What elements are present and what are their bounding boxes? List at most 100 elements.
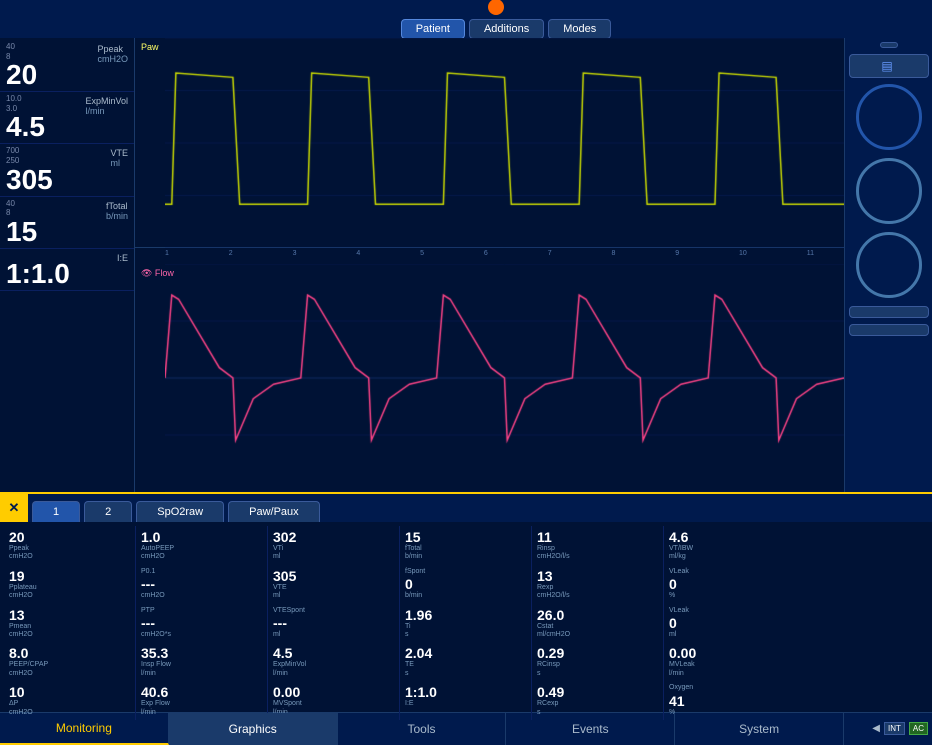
data-key: MVLeakl/min xyxy=(669,661,791,678)
paw-label: Paw xyxy=(141,42,159,52)
vital-value-2: 305 xyxy=(6,166,128,194)
bottom-tab-monitoring[interactable]: Monitoring xyxy=(0,713,169,745)
data-key: ml xyxy=(273,631,394,639)
data-key: Insp Flowl/min xyxy=(141,661,262,678)
data-tab-1[interactable]: 1 xyxy=(32,501,80,522)
vital-label-1: ExpMinVoll/min xyxy=(85,96,128,116)
oxygen-circle xyxy=(856,232,922,298)
data-value: 13 xyxy=(9,607,130,623)
data-value: 0 xyxy=(669,576,791,592)
data-value: 2.04 xyxy=(405,645,526,661)
bottom-tab-graphics[interactable]: Graphics xyxy=(169,713,338,745)
data-value: 19 xyxy=(9,568,130,584)
data-key: fTotalb/min xyxy=(405,545,526,562)
waveform-area: Paw 1234567891011 👁 Flow xyxy=(135,38,844,492)
data-value: 0.49 xyxy=(537,684,658,700)
data-item-0-0: 20PpeakcmH2O xyxy=(9,529,130,562)
data-value: 10 xyxy=(9,684,130,700)
main-layout: 408 20 PpeakcmH2O 10.03.0 4.5 ExpMinVoll… xyxy=(0,38,932,492)
data-key-label: VLeak xyxy=(669,607,791,615)
data-value: 8.0 xyxy=(9,645,130,661)
paw-waveform: Paw xyxy=(135,38,844,248)
flow-canvas xyxy=(165,264,844,492)
data-value: 0.29 xyxy=(537,645,658,661)
data-key: ml xyxy=(669,631,791,639)
data-value: 26.0 xyxy=(537,607,658,623)
data-key: PmeancmH2O xyxy=(9,623,130,640)
controls-button[interactable] xyxy=(849,306,929,318)
vital-label-4: I:E xyxy=(117,253,128,263)
x-label-2: 2 xyxy=(229,250,233,257)
freeze-button[interactable] xyxy=(880,42,898,48)
data-key: TEs xyxy=(405,661,526,678)
data-item-2-3: 4.5ExpMinVoll/min xyxy=(273,645,394,678)
data-key-label: VTESpont xyxy=(273,607,394,615)
data-key-label: Oxygen xyxy=(669,684,791,692)
alarms-button[interactable] xyxy=(849,324,929,336)
ac-indicator: AC xyxy=(909,722,928,735)
vital-row-3: 408 15 fTotalb/min xyxy=(0,197,134,249)
data-tab-paw-paux[interactable]: Paw/Paux xyxy=(228,501,320,522)
data-col-2: 302VTiml305VTEmlVTESpont---ml4.5ExpMinVo… xyxy=(268,526,400,720)
info-icon xyxy=(488,0,504,15)
vital-label-3: fTotalb/min xyxy=(106,201,128,221)
right-panel: ▤ xyxy=(844,38,932,492)
data-col-1: 1.0AutoPEEPcmH2OP0.1---cmH2OPTP---cmH2O*… xyxy=(136,526,268,720)
x-label-4: 4 xyxy=(356,250,360,257)
data-value: 1.96 xyxy=(405,607,526,623)
data-tabs-container: 12SpO2rawPaw/Paux xyxy=(28,501,320,522)
data-key: Cstatml/cmH2O xyxy=(537,623,658,640)
flow-waveform: 👁 Flow xyxy=(135,264,844,492)
top-bar-center: PatientAdditionsModes xyxy=(401,0,612,39)
top-nav-btn-patient[interactable]: Patient xyxy=(401,19,465,39)
center-panel: Paw 1234567891011 👁 Flow xyxy=(135,38,844,492)
data-key: RexpcmH2O/l/s xyxy=(537,584,658,601)
data-item-3-1: fSpont0b/min xyxy=(405,568,526,601)
data-item-5-3: 0.00MVLeakl/min xyxy=(669,645,791,678)
data-col-5: 4.6VT/IBWml/kgVLeak0%VLeak0ml0.00MVLeakl… xyxy=(664,526,796,720)
vital-value-0: 20 xyxy=(6,61,128,89)
bottom-tab-system[interactable]: System xyxy=(675,713,844,745)
data-key: PplateaucmH2O xyxy=(9,584,130,601)
left-panel: 408 20 PpeakcmH2O 10.03.0 4.5 ExpMinVoll… xyxy=(0,38,135,492)
bottom-right-icons: ◀ INT AC xyxy=(844,722,932,735)
intelli-cuff-button[interactable]: ▤ xyxy=(849,54,929,78)
data-key: PpeakcmH2O xyxy=(9,545,130,562)
vital-value-4: 1:1.0 xyxy=(6,260,128,288)
x-label-7: 7 xyxy=(548,250,552,257)
data-tab-spo2raw[interactable]: SpO2raw xyxy=(136,501,224,522)
data-item-1-3: 35.3Insp Flowl/min xyxy=(141,645,262,678)
data-key-label: VLeak xyxy=(669,568,791,576)
data-item-3-4: 1:1.0I:E xyxy=(405,684,526,708)
x-axis-labels: 1234567891011 xyxy=(135,248,844,257)
data-value: 0 xyxy=(669,615,791,631)
percent-minvol-circle xyxy=(856,84,922,150)
data-item-2-1: 305VTEml xyxy=(273,568,394,601)
top-nav-btn-modes[interactable]: Modes xyxy=(548,19,611,39)
data-tab-2[interactable]: 2 xyxy=(84,501,132,522)
close-tab-button[interactable]: ✕ xyxy=(0,494,28,522)
data-value: --- xyxy=(141,615,262,631)
vital-label-2: VTEml xyxy=(110,148,128,168)
x-label-8: 8 xyxy=(611,250,615,257)
data-key: ExpMinVoll/min xyxy=(273,661,394,678)
data-item-5-0: 4.6VT/IBWml/kg xyxy=(669,529,791,562)
bottom-tab-tools[interactable]: Tools xyxy=(338,713,507,745)
data-item-0-1: 19PplateaucmH2O xyxy=(9,568,130,601)
data-key: AutoPEEPcmH2O xyxy=(141,545,262,562)
bottom-tab-events[interactable]: Events xyxy=(506,713,675,745)
top-nav-btn-additions[interactable]: Additions xyxy=(469,19,544,39)
data-item-3-0: 15fTotalb/min xyxy=(405,529,526,562)
data-key: PEEP/CPAPcmH2O xyxy=(9,661,130,678)
vital-row-4: 1:1.0 I:E xyxy=(0,249,134,292)
data-item-1-1: P0.1---cmH2O xyxy=(141,568,262,601)
top-bar: PatientAdditionsModes xyxy=(0,0,932,38)
data-value: --- xyxy=(273,615,394,631)
data-value: 40.6 xyxy=(141,684,262,700)
int-indicator: INT xyxy=(884,722,905,735)
data-key: I:E xyxy=(405,700,526,708)
data-key-label: fSpont xyxy=(405,568,526,576)
data-value: 15 xyxy=(405,529,526,545)
data-key: VTEml xyxy=(273,584,394,601)
x-label-11: 11 xyxy=(807,250,814,257)
